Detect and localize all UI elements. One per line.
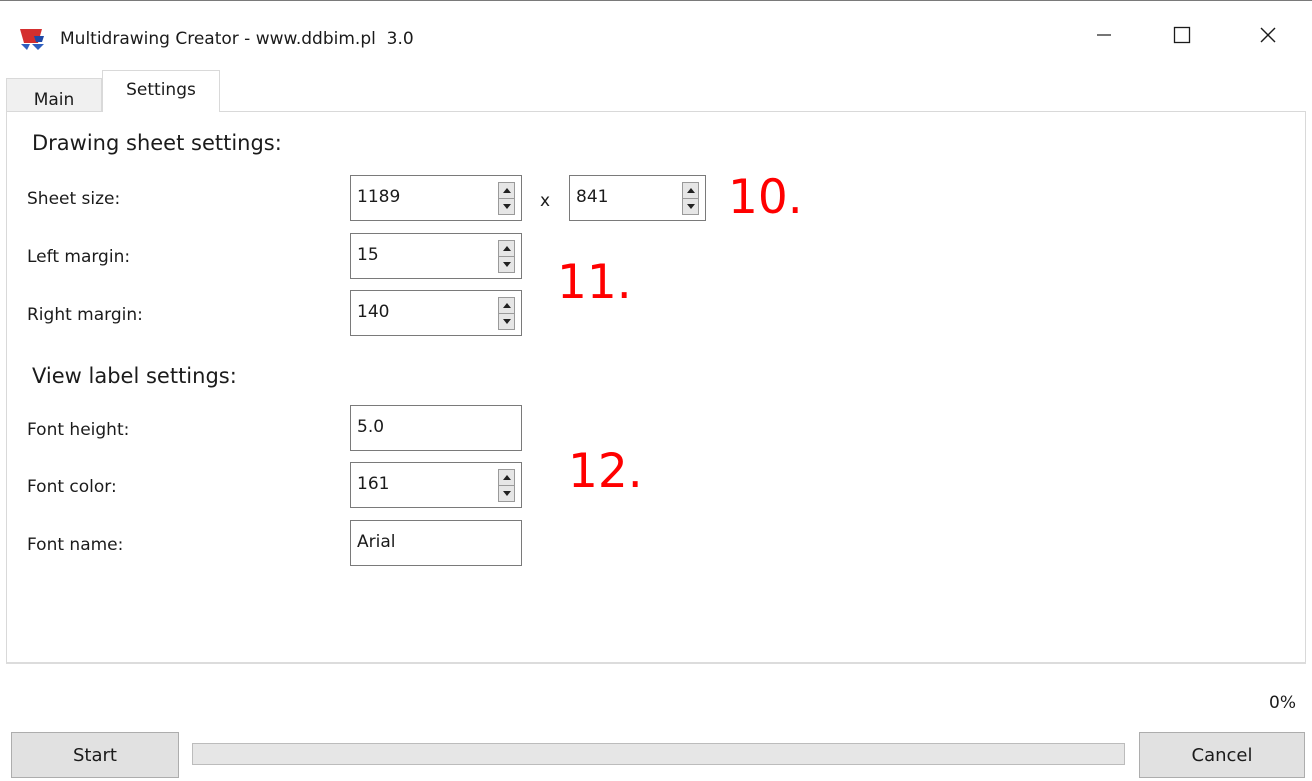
window-title: Multidrawing Creator - www.ddbim.pl 3.0 <box>60 29 414 49</box>
app-logo-icon <box>18 27 46 51</box>
font-height-value[interactable]: 5.0 <box>357 416 384 438</box>
close-icon <box>1259 26 1277 48</box>
tab-settings-label: Settings <box>126 79 196 100</box>
sheet-width-value[interactable]: 1189 <box>357 186 400 208</box>
sheet-size-label: Sheet size: <box>27 189 121 209</box>
font-name-input[interactable]: Arial <box>350 520 522 566</box>
arrow-up-icon <box>502 303 511 308</box>
cancel-button[interactable]: Cancel <box>1139 732 1305 778</box>
arrow-down-icon <box>502 491 511 496</box>
tab-main-label: Main <box>33 89 75 110</box>
start-button-label: Start <box>73 744 117 766</box>
cancel-button-label: Cancel <box>1191 744 1253 766</box>
annotation-12: 12. <box>568 444 643 499</box>
font-name-label: Font name: <box>27 535 124 555</box>
right-margin-up-button[interactable] <box>498 297 515 314</box>
left-margin-spinner[interactable]: 15 <box>350 233 522 279</box>
font-color-down-button[interactable] <box>498 486 515 502</box>
left-margin-down-button[interactable] <box>498 257 515 273</box>
right-margin-label: Right margin: <box>27 305 143 325</box>
arrow-up-icon <box>502 475 511 480</box>
minimize-button[interactable] <box>1076 14 1132 60</box>
close-button[interactable] <box>1240 14 1296 60</box>
arrow-up-icon <box>502 188 511 193</box>
arrow-up-icon <box>686 188 695 193</box>
start-button[interactable]: Start <box>11 732 179 778</box>
drawing-sheet-heading: Drawing sheet settings: <box>32 131 282 155</box>
minimize-icon <box>1096 27 1112 47</box>
font-color-value[interactable]: 161 <box>357 473 389 495</box>
sheet-width-up-button[interactable] <box>498 182 515 199</box>
arrow-down-icon <box>502 204 511 209</box>
progress-percent: 0% <box>1269 693 1296 713</box>
arrow-down-icon <box>686 204 695 209</box>
right-margin-spinner[interactable]: 140 <box>350 290 522 336</box>
arrow-up-icon <box>502 246 511 251</box>
font-color-up-button[interactable] <box>498 469 515 486</box>
sheet-height-value[interactable]: 841 <box>576 186 608 208</box>
arrow-down-icon <box>502 319 511 324</box>
right-margin-down-button[interactable] <box>498 314 515 330</box>
annotation-10: 10. <box>728 170 803 225</box>
font-name-value[interactable]: Arial <box>357 531 395 553</box>
left-margin-value[interactable]: 15 <box>357 244 379 266</box>
sheet-height-down-button[interactable] <box>682 199 699 215</box>
left-margin-up-button[interactable] <box>498 240 515 257</box>
window-top-border <box>0 0 1312 1</box>
font-height-input[interactable]: 5.0 <box>350 405 522 451</box>
tab-settings[interactable]: Settings <box>102 70 220 112</box>
sheet-height-up-button[interactable] <box>682 182 699 199</box>
font-color-label: Font color: <box>27 477 117 497</box>
annotation-11: 11. <box>557 255 632 310</box>
sheet-width-down-button[interactable] <box>498 199 515 215</box>
font-color-spinner[interactable]: 161 <box>350 462 522 508</box>
sheet-width-spinner[interactable]: 1189 <box>350 175 522 221</box>
font-height-label: Font height: <box>27 420 130 440</box>
left-margin-label: Left margin: <box>27 247 131 267</box>
view-label-heading: View label settings: <box>32 364 237 388</box>
maximize-icon <box>1173 26 1191 48</box>
arrow-down-icon <box>502 262 511 267</box>
progress-bar <box>192 743 1125 765</box>
sheet-height-spinner[interactable]: 841 <box>569 175 706 221</box>
times-sign: x <box>540 191 551 211</box>
right-margin-value[interactable]: 140 <box>357 301 389 323</box>
maximize-button[interactable] <box>1154 14 1210 60</box>
